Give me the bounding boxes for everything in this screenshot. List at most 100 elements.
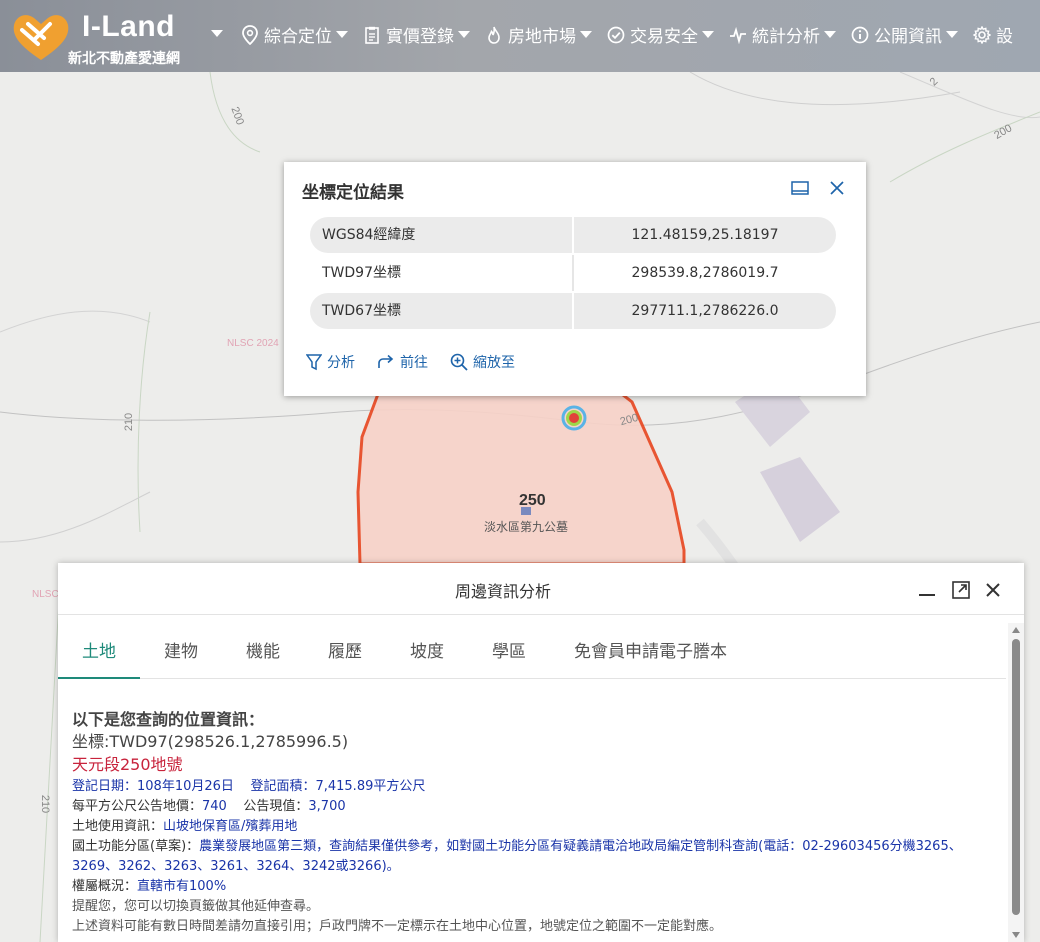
info-circle-icon <box>850 25 870 45</box>
ownership-line: 權屬概況：直轄市有100% <box>72 877 1002 897</box>
reminder-note: 提醒您，您可以切換頁籤做其他延伸查尋。 <box>72 899 320 914</box>
zoom-in-icon <box>450 353 468 371</box>
parcel-name-label: 淡水區第九公墓 <box>484 520 569 534</box>
coordinate-result-popup: 坐標定位結果 WGS84經緯度 121.48159,25.18197 TWD97… <box>284 162 866 396</box>
field-label: 登記面積： <box>250 779 316 794</box>
registration-date: 108年10月26日 <box>137 779 234 794</box>
nav-label: 交易安全 <box>630 27 698 47</box>
dock-button[interactable] <box>788 176 812 200</box>
table-row: TWD67坐標 297711.1,2786226.0 <box>310 292 838 330</box>
registration-line: 登記日期：108年10月26日 登記面積：7,415.89平方公尺 <box>72 777 1002 797</box>
check-circle-icon <box>606 25 626 45</box>
coord-value: 298539.8,2786019.7 <box>572 255 836 291</box>
tab-function[interactable]: 機能 <box>222 623 304 679</box>
expand-icon <box>952 581 970 599</box>
gear-icon <box>972 25 992 45</box>
chevron-down-icon <box>946 31 958 38</box>
tab-school-district[interactable]: 學區 <box>468 623 550 679</box>
main-nav: 綜合定位 實價登錄 房地市場 交易安全 統計分析 公開資訊 設 <box>240 22 1027 47</box>
chevron-down-icon <box>336 31 348 38</box>
zone-line: 國土功能分區(草案)：農業發展地區第三類，查詢結果僅供參考，如對國土功能分區有疑… <box>72 837 1002 877</box>
brand-subtitle: 新北不動產愛連網 <box>68 51 180 67</box>
land-usage: 山坡地保育區/殯葬用地 <box>163 819 298 834</box>
coord-label: TWD97坐標 <box>322 265 401 281</box>
info-heading: 以下是您查詢的位置資訊： <box>72 710 265 729</box>
field-label: 國土功能分區(草案)： <box>72 839 200 854</box>
coord-label: WGS84經緯度 <box>310 217 572 253</box>
parcel-number-label: 250 <box>519 492 546 509</box>
panel-close-button[interactable] <box>982 579 1004 601</box>
field-label: 權屬概況： <box>72 879 138 894</box>
field-label: 每平方公尺公告地價： <box>72 799 203 814</box>
usage-line: 土地使用資訊：山坡地保育區/殯葬用地 <box>72 817 1002 837</box>
table-row: WGS84經緯度 121.48159,25.18197 <box>310 216 838 254</box>
brand-name: I-Land <box>82 10 175 43</box>
popup-title: 坐標定位結果 <box>302 183 404 203</box>
registration-area: 7,415.89平方公尺 <box>315 779 426 794</box>
pulse-icon <box>728 25 748 45</box>
chevron-down-icon <box>580 31 592 38</box>
lot-number: 天元段250地號 <box>72 755 183 774</box>
contour-label: 210 <box>123 412 136 432</box>
panel-title: 周邊資訊分析 <box>454 582 551 601</box>
coord-value: 121.48159,25.18197 <box>572 217 836 253</box>
nav-item-market[interactable]: 房地市場 <box>484 22 592 47</box>
nav-item-statistics[interactable]: 統計分析 <box>728 22 836 47</box>
analyze-button[interactable]: 分析 <box>306 352 355 372</box>
tab-e-transcript[interactable]: 免會員申請電子謄本 <box>550 623 751 679</box>
panel-scrollbar[interactable] <box>1008 623 1024 942</box>
popup-actions: 分析 前往 縮放至 <box>306 352 515 372</box>
field-label: 登記日期： <box>72 779 138 794</box>
nav-label: 公開資訊 <box>874 27 942 47</box>
field-label: 公告現值： <box>243 799 309 814</box>
chevron-down-icon <box>458 31 470 38</box>
nav-item-transaction-safety[interactable]: 交易安全 <box>606 22 714 47</box>
chevron-down-icon <box>824 31 836 38</box>
close-icon <box>830 181 844 195</box>
location-pin-icon <box>240 24 260 45</box>
maximize-button[interactable] <box>950 579 972 601</box>
coord-label: TWD67坐標 <box>310 293 572 329</box>
close-icon <box>986 583 1000 597</box>
go-to-button[interactable]: 前往 <box>377 352 428 372</box>
scroll-up-arrow-icon[interactable] <box>1012 627 1020 633</box>
minimize-button[interactable] <box>916 579 938 601</box>
panel-tabs: 土地 建物 機能 履歷 坡度 學區 免會員申請電子謄本 <box>58 623 1006 679</box>
brand-logo[interactable]: I-Land 新北不動產愛連網 <box>10 8 195 67</box>
tab-history[interactable]: 履歷 <box>304 623 386 679</box>
nav-item-location[interactable]: 綜合定位 <box>240 22 348 47</box>
zoom-to-button[interactable]: 縮放至 <box>450 352 515 372</box>
nav-label: 統計分析 <box>752 27 820 47</box>
document-icon <box>362 25 382 45</box>
nav-item-settings[interactable]: 設 <box>972 22 1013 47</box>
action-label: 縮放至 <box>473 355 515 371</box>
tab-land[interactable]: 土地 <box>58 623 140 679</box>
action-label: 分析 <box>327 355 355 371</box>
map-watermark: NLSC <box>32 589 59 600</box>
nav-label: 綜合定位 <box>264 27 332 47</box>
map-watermark: NLSC 2024 <box>227 338 279 349</box>
coordinate-table: WGS84經緯度 121.48159,25.18197 TWD97坐標 2985… <box>310 216 838 330</box>
tab-slope[interactable]: 坡度 <box>386 623 468 679</box>
minimize-icon <box>919 594 935 596</box>
price-line: 每平方公尺公告地價：740 公告現值：3,700 <box>72 797 1002 817</box>
ownership: 直轄市有100% <box>137 879 227 894</box>
panel-header: 周邊資訊分析 <box>58 563 1024 615</box>
flame-icon <box>484 25 504 45</box>
chevron-down-icon <box>702 31 714 38</box>
nav-label: 房地市場 <box>508 27 576 47</box>
brand-dropdown-caret[interactable] <box>211 30 223 37</box>
nav-item-public-info[interactable]: 公開資訊 <box>850 22 958 47</box>
heart-hands-logo-icon <box>13 15 69 61</box>
tab-building[interactable]: 建物 <box>140 623 222 679</box>
land-function-zone: 農業發展地區第三類，查詢結果僅供參考，如對國土功能分區有疑義請電洽地政局編定管制… <box>72 839 962 874</box>
field-label: 土地使用資訊： <box>72 819 164 834</box>
land-info-content: 以下是您查詢的位置資訊： 坐標:TWD97(298526.1,2785996.5… <box>72 709 1002 937</box>
scroll-thumb[interactable] <box>1012 639 1020 915</box>
popup-close-button[interactable] <box>825 176 849 200</box>
nav-label: 實價登錄 <box>386 27 454 47</box>
scroll-down-arrow-icon[interactable] <box>1012 932 1020 938</box>
nav-label: 設 <box>996 27 1013 47</box>
nav-item-price-registry[interactable]: 實價登錄 <box>362 22 470 47</box>
query-coordinate: 坐標:TWD97(298526.1,2785996.5) <box>72 732 349 751</box>
